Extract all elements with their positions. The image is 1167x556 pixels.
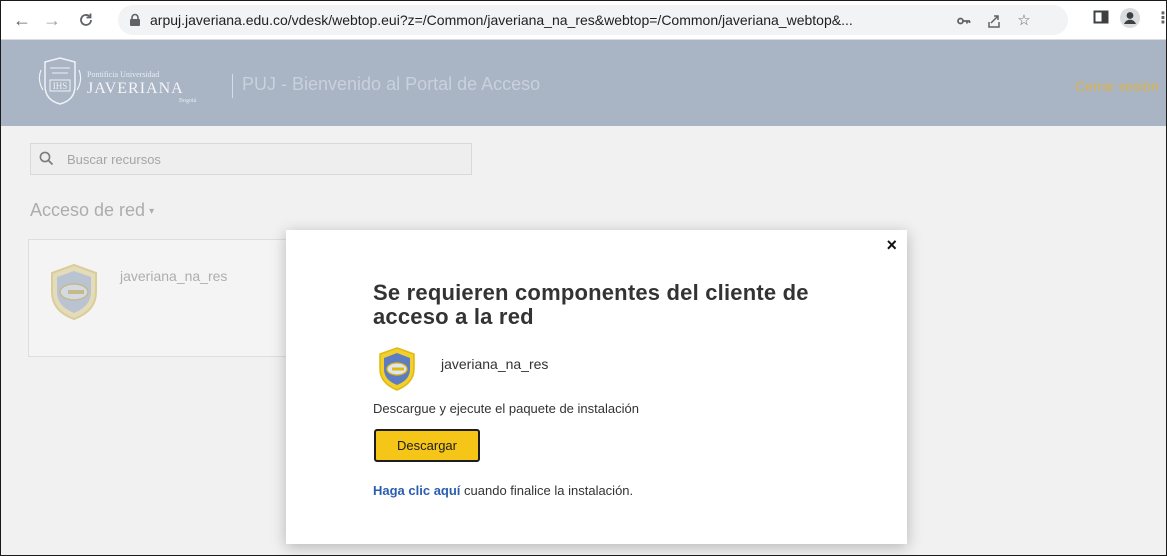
star-icon[interactable]: ☆ [1016,13,1032,29]
key-icon[interactable] [956,13,972,29]
back-icon[interactable]: ← [9,7,35,33]
forward-icon[interactable]: → [39,7,65,33]
menu-icon[interactable]: ⋮ [1155,9,1166,29]
resource-label: javeriana_na_res [120,268,228,284]
download-button[interactable]: Descargar [374,429,480,462]
close-icon[interactable]: × [886,235,897,256]
site-header: IHS Pontificia Universidad JAVERIANA Bog… [1,40,1166,126]
search-placeholder: Buscar recursos [67,152,161,167]
caret-down-icon: ▾ [149,205,155,217]
address-bar[interactable]: arpuj.javeriana.edu.co/vdesk/webtop.eui?… [118,5,1068,35]
seal-icon: IHS [38,57,82,105]
svg-text:IHS: IHS [53,81,68,91]
shield-key-icon [51,263,97,321]
logo-name: JAVERIANA [87,80,184,97]
dialog-footer: Haga clic aquí cuando finalice la instal… [373,483,633,498]
dialog-resource-name: javeriana_na_res [441,356,549,372]
share-icon[interactable] [986,13,1002,29]
section-heading-label: Acceso de red [30,200,146,220]
section-heading[interactable]: Acceso de red ▾ [30,200,154,221]
lock-icon[interactable] [128,13,142,27]
reload-icon[interactable] [73,7,99,33]
logo-city: Bogotá [179,98,197,104]
click-here-link[interactable]: Haga clic aquí [373,483,460,498]
logo-subtitle: Pontificia Universidad [87,70,160,79]
profile-icon[interactable] [1119,7,1141,35]
window: ← → arpuj.javeriana.edu.co/vdesk/webtop.… [0,0,1167,556]
sidepanel-icon[interactable] [1093,9,1109,31]
dialog-description: Descargue y ejecute el paquete de instal… [373,401,639,416]
university-logo[interactable]: IHS Pontificia Universidad JAVERIANA Bog… [37,52,207,110]
logout-link[interactable]: Cerrar sesión [1075,78,1159,94]
header-divider [232,74,233,98]
search-input[interactable]: Buscar recursos [30,143,472,175]
footer-text: cuando finalice la instalación. [460,483,634,498]
install-dialog: × Se requieren componentes del cliente d… [286,230,907,544]
search-icon [39,151,54,166]
resource-tile[interactable]: javeriana_na_res [28,239,292,357]
shield-key-icon [379,347,415,391]
dialog-title: Se requieren componentes del cliente de … [373,280,809,329]
url-text[interactable]: arpuj.javeriana.edu.co/vdesk/webtop.eui?… [150,12,853,28]
page-title: PUJ - Bienvenido al Portal de Acceso [242,74,541,94]
browser-toolbar: ← → arpuj.javeriana.edu.co/vdesk/webtop.… [1,1,1166,40]
